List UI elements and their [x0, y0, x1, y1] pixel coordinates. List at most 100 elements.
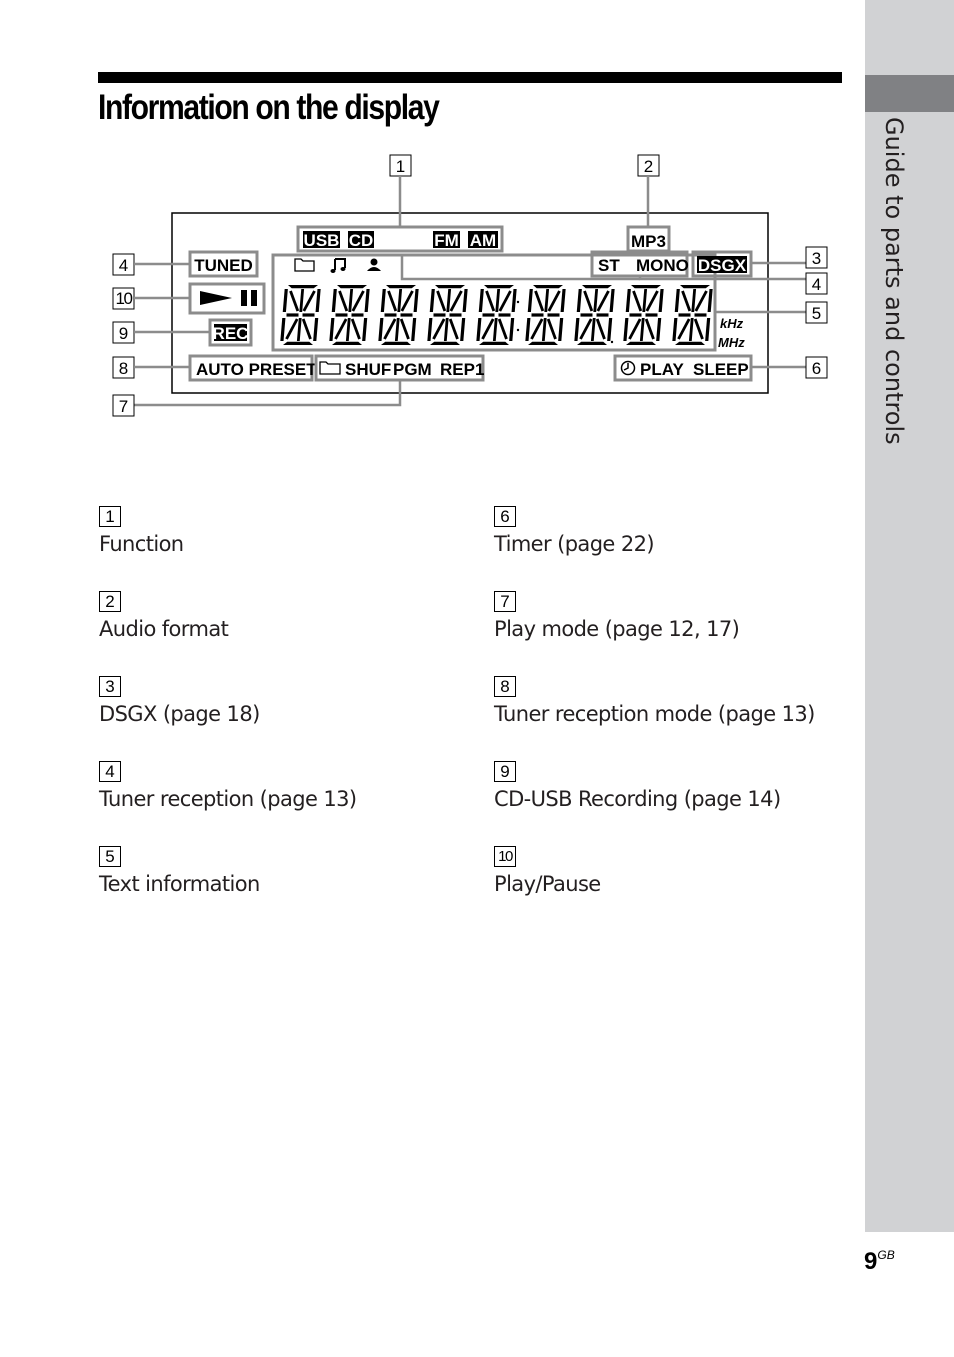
pause-icon	[241, 290, 257, 306]
legend-number-box: 4	[99, 761, 121, 782]
seg-mid-right	[400, 313, 413, 317]
svg-text:4: 4	[119, 256, 128, 275]
seg-left-upper	[429, 289, 435, 312]
seg-mid-right	[449, 313, 462, 317]
seg-diag-lr	[448, 318, 459, 340]
seg-bottom	[528, 341, 558, 345]
seg-diag-lr	[644, 318, 655, 340]
seg-bottom	[332, 341, 362, 345]
svg-text:2: 2	[644, 157, 653, 176]
seg-diag-lr	[399, 318, 410, 340]
seg-mid-right	[694, 313, 707, 317]
legend-item: 5 Text information	[99, 846, 260, 896]
svg-text:7: 7	[119, 397, 128, 416]
svg-text:CD: CD	[349, 231, 374, 250]
play-icon	[200, 291, 232, 305]
seg-left-lower	[672, 318, 678, 341]
callout-9: 9	[112, 321, 210, 344]
seg-bottom	[479, 341, 509, 345]
callout-8: 8	[112, 356, 190, 379]
rep1-indicator: REP1	[440, 360, 484, 379]
seg-bottom	[430, 341, 460, 345]
segment-dot	[516, 328, 520, 332]
seg-mid-right	[498, 313, 511, 317]
seg-diag-ur	[449, 290, 463, 312]
callout-1: 1	[389, 154, 412, 227]
seg-left-lower	[476, 318, 482, 341]
usb-indicator: USB	[303, 231, 340, 250]
rec-indicator: REC	[213, 324, 249, 343]
seg-center-upper	[691, 289, 697, 312]
legend-number-box: 1	[99, 506, 121, 527]
legend-item: 1 Function	[99, 506, 184, 556]
legend-text: Function	[99, 532, 184, 556]
callout-10: 10	[112, 287, 190, 310]
seg-left-lower	[623, 318, 629, 341]
seg-right-lower	[656, 318, 662, 341]
seg-left-upper	[282, 289, 288, 312]
legend-text: CD-USB Recording (page 14)	[494, 787, 781, 811]
segment-digit	[623, 285, 664, 345]
seg-diag-ur	[596, 290, 610, 312]
legend-item: 3 DSGX (page 18)	[99, 676, 260, 726]
seg-diag-ll	[481, 318, 495, 340]
legend-number-box: 5	[99, 846, 121, 867]
seg-diag-lr	[693, 318, 704, 340]
seg-mid-left	[580, 313, 593, 317]
stereo-indicator: ST	[598, 256, 620, 275]
seg-left-upper	[674, 289, 680, 312]
seg-right-upper	[462, 289, 468, 312]
segment-digit	[280, 285, 321, 345]
seg-center-upper	[299, 289, 305, 312]
svg-text:DSGX: DSGX	[698, 256, 747, 275]
seg-diag-ll	[628, 318, 642, 340]
seg-diag-ul	[681, 290, 692, 312]
seg-center-lower	[688, 318, 694, 341]
music-note-icon	[330, 258, 346, 273]
khz-label: kHz	[720, 316, 744, 331]
seg-diag-ur	[645, 290, 659, 312]
segment-digit	[427, 285, 468, 345]
callout-2: 2	[637, 154, 660, 227]
seg-right-lower	[705, 318, 711, 341]
seg-right-upper	[560, 289, 566, 312]
callout-7: 7	[112, 380, 402, 417]
seg-right-upper	[511, 289, 517, 312]
seg-left-upper	[478, 289, 484, 312]
seg-center-lower	[639, 318, 645, 341]
seg-mid-right	[645, 313, 658, 317]
seg-left-upper	[625, 289, 631, 312]
seg-left-upper	[576, 289, 582, 312]
seg-right-upper	[364, 289, 370, 312]
segment-digit	[378, 285, 419, 345]
segment-digit	[476, 285, 517, 345]
display-diagram: .lbl { font-family: "Liberation Sans", s…	[112, 154, 828, 417]
seg-right-upper	[413, 289, 419, 312]
seg-right-lower	[607, 318, 613, 341]
seg-top	[288, 285, 318, 289]
seg-top	[582, 285, 612, 289]
legend-text: Timer (page 22)	[494, 532, 655, 556]
cd-indicator: CD	[348, 231, 374, 250]
seg-diag-ll	[383, 318, 397, 340]
seg-right-lower	[313, 318, 319, 341]
seg-mid-left	[286, 313, 299, 317]
legend-number-box: 7	[494, 591, 516, 612]
segment-digit	[329, 285, 370, 345]
seg-bottom	[577, 341, 607, 345]
seg-diag-ul	[485, 290, 496, 312]
seg-center-upper	[642, 289, 648, 312]
callout-4-left: 4	[112, 253, 190, 276]
segment-digit	[574, 285, 615, 345]
person-icon	[367, 258, 381, 271]
seg-diag-ul	[436, 290, 447, 312]
seg-right-lower	[411, 318, 417, 341]
seg-mid-right	[302, 313, 315, 317]
svg-text:9: 9	[119, 324, 128, 343]
seg-diag-lr	[595, 318, 606, 340]
svg-text:1: 1	[396, 157, 405, 176]
shuf-indicator: SHUF	[345, 360, 391, 379]
svg-text:REC: REC	[213, 324, 249, 343]
seg-bottom	[626, 341, 656, 345]
seg-center-lower	[345, 318, 351, 341]
